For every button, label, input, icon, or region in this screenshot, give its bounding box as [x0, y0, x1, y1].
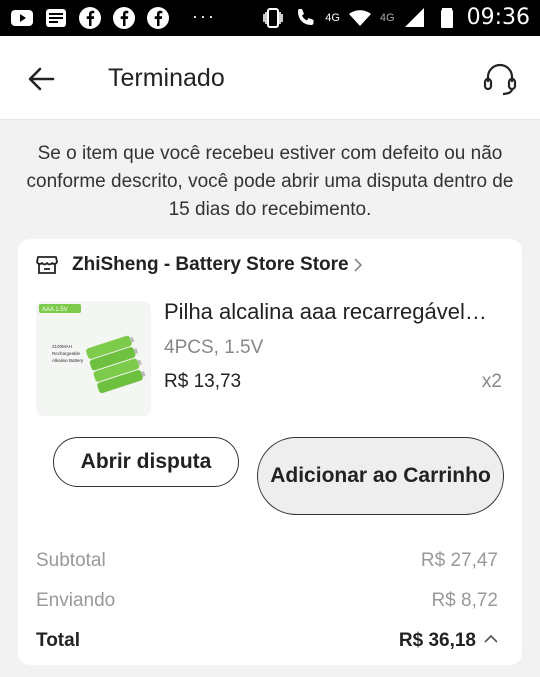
call-4g-icon — [298, 8, 314, 25]
subtotal-label: Subtotal — [36, 550, 106, 571]
clock: 09:36 — [466, 5, 530, 30]
shipping-label: Enviando — [36, 590, 116, 611]
dispute-notice: Se o item que você recebeu estiver com d… — [26, 143, 514, 220]
more-notifications-dots: ··· — [192, 5, 216, 26]
subtotal-value: R$ 27,47 — [420, 550, 498, 571]
signal-icon — [404, 7, 424, 27]
total-value: R$ 36,18 — [398, 630, 476, 651]
battery-product-image: AAA 1.5V 2100MAH Rechargeable Alkaline B… — [36, 301, 151, 416]
product-price: R$ 13,73 — [164, 371, 242, 392]
battery-icon — [440, 7, 453, 28]
add-to-cart-button[interactable]: Adicionar ao Carrinho — [257, 437, 504, 515]
open-dispute-button[interactable]: Abrir disputa — [53, 437, 239, 487]
store-name: ZhiSheng - Battery Store Store — [72, 254, 349, 275]
shipping-value: R$ 8,72 — [431, 590, 498, 611]
store-link[interactable]: ZhiSheng - Battery Store Store — [36, 253, 363, 277]
thumb-text-2: Rechargeable — [52, 351, 81, 356]
product-name[interactable]: Pilha alcalina aaa recarregável… — [164, 299, 509, 325]
facebook-icon — [79, 7, 101, 29]
vibrate-icon — [263, 7, 284, 28]
thumb-text-3: Alkaline Battery — [52, 358, 84, 363]
customer-support-headset-icon[interactable] — [482, 62, 518, 96]
facebook-icon — [113, 7, 135, 29]
product-quantity: x2 — [481, 371, 502, 392]
total-label: Total — [36, 630, 80, 651]
network-type-label-2: 4G — [379, 11, 395, 24]
app-bar: Terminado — [0, 36, 540, 120]
chevron-right-icon — [354, 258, 362, 272]
product-thumbnail[interactable]: AAA 1.5V 2100MAH Rechargeable Alkaline B… — [36, 301, 151, 416]
wifi-icon — [348, 9, 371, 26]
store-icon — [36, 256, 58, 274]
network-type-label: 4G — [325, 11, 340, 24]
youtube-icon — [11, 10, 33, 26]
order-card: ZhiSheng - Battery Store Store AAA 1.5V … — [18, 239, 522, 665]
chevron-up-icon[interactable] — [484, 634, 498, 644]
news-icon — [46, 9, 66, 27]
product-variant: 4PCS, 1.5V — [164, 337, 264, 358]
back-arrow-icon[interactable] — [26, 64, 56, 94]
thumb-text-1: 2100MAH — [52, 344, 72, 349]
page-title: Terminado — [108, 64, 225, 92]
notification-icons: ··· — [10, 6, 216, 30]
thumb-tag: AAA 1.5V — [42, 307, 68, 313]
facebook-icon — [147, 7, 169, 29]
status-bar: ··· 4G 4G 09:36 — [0, 0, 540, 36]
system-icons: 4G 4G 09:36 — [261, 5, 530, 30]
